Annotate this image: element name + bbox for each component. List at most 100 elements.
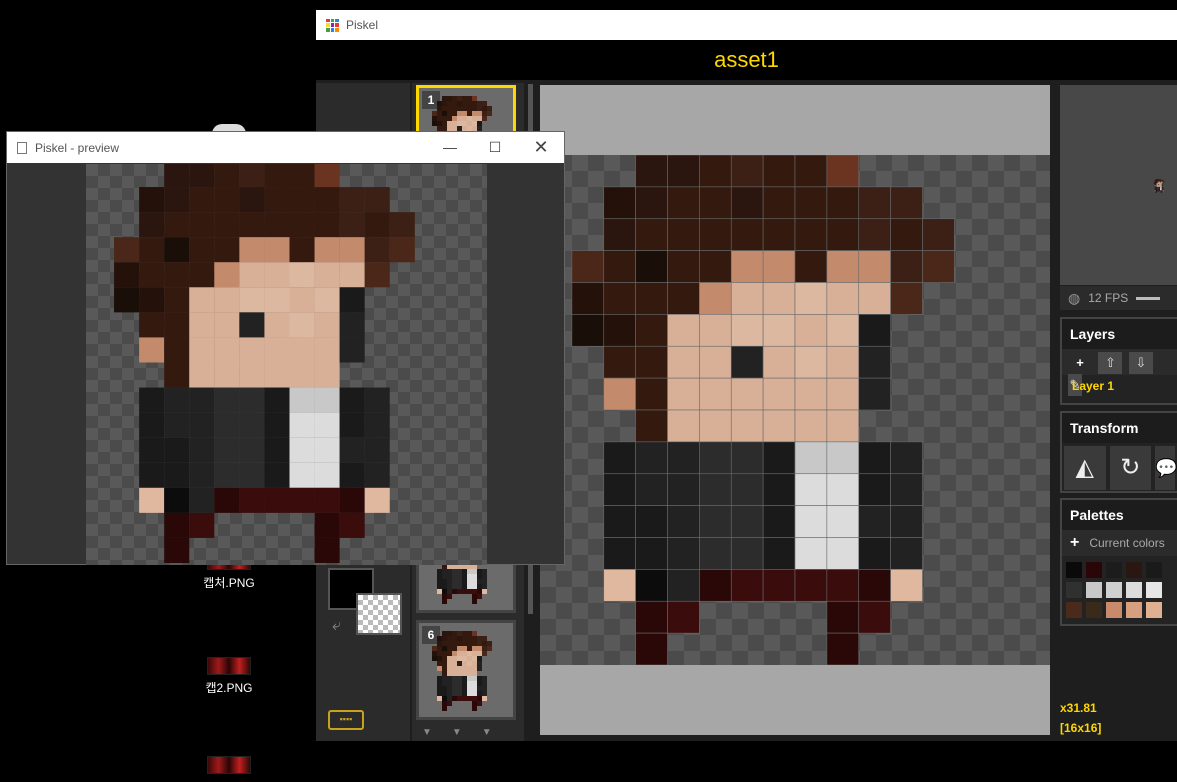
sprite-pixel <box>442 594 447 599</box>
sprite-pixel <box>1155 184 1157 186</box>
fps-slider[interactable] <box>1136 296 1161 300</box>
flip-icon[interactable]: ◭ <box>1064 446 1106 490</box>
sprite-pixel <box>447 696 452 701</box>
palette-swatch[interactable] <box>1106 562 1122 578</box>
sprite-pixel <box>762 441 796 475</box>
minimize-icon[interactable]: — <box>427 132 473 163</box>
sprite-pixel <box>364 462 390 488</box>
sprite-pixel <box>699 569 732 602</box>
sprite-pixel <box>139 462 165 488</box>
sprite-pixel <box>214 462 240 488</box>
sprite-pixel <box>442 111 447 116</box>
sprite-pixel <box>467 671 472 676</box>
frame-tile-6[interactable]: 6 <box>416 620 516 720</box>
sprite-pixel <box>452 116 457 121</box>
sprite-pixel <box>457 569 462 574</box>
onion-skin-icon[interactable]: ◍ <box>1068 290 1080 307</box>
sprite-pixel <box>482 106 487 111</box>
maximize-icon[interactable]: ☐ <box>472 132 518 163</box>
sprite-pixel <box>1160 179 1162 180</box>
sprite-pixel <box>447 116 452 121</box>
desktop-icon-capture2[interactable]: 캡2.PNG <box>184 657 274 696</box>
sprite-pixel <box>447 106 452 111</box>
drawing-canvas-area[interactable] <box>540 85 1050 735</box>
sprite-pixel <box>339 212 365 238</box>
animation-preview[interactable] <box>1060 85 1177 285</box>
sprite-pixel <box>794 441 828 475</box>
sprite-pixel <box>467 656 472 661</box>
sprite-pixel <box>603 282 636 315</box>
palette-swatch[interactable] <box>1086 562 1102 578</box>
sprite-pixel <box>467 646 472 651</box>
main-titlebar[interactable]: Piskel <box>316 10 1177 40</box>
sprite-pixel <box>1161 188 1163 190</box>
palette-swatch[interactable] <box>1066 602 1082 618</box>
preview-canvas <box>86 164 487 565</box>
palette-swatch[interactable] <box>1086 602 1102 618</box>
sprite-pixel <box>1156 188 1158 190</box>
sprite-pixel <box>635 473 668 506</box>
sprite-pixel <box>477 696 482 701</box>
sprite-pixel <box>364 487 390 513</box>
drawing-canvas[interactable] <box>540 155 1050 665</box>
palette-swatch[interactable] <box>1086 582 1102 598</box>
secondary-color-swatch[interactable] <box>356 593 402 635</box>
palette-swatch[interactable] <box>1066 582 1082 598</box>
sprite-pixel <box>730 155 764 188</box>
speech-icon[interactable]: 💬 <box>1155 446 1177 490</box>
sprite-pixel <box>364 237 390 263</box>
sprite-pixel <box>1155 191 1157 193</box>
sprite-pixel <box>289 362 315 388</box>
sprite-pixel <box>1158 181 1160 183</box>
sprite-pixel <box>762 537 796 570</box>
sprite-pixel <box>1156 179 1158 181</box>
palette-swatch[interactable] <box>1106 602 1122 618</box>
sprite-pixel <box>699 409 732 443</box>
swap-colors-icon[interactable]: ⤶ <box>332 617 341 635</box>
palette-swatch[interactable] <box>1126 602 1142 618</box>
sprite-pixel <box>189 462 215 488</box>
palette-swatch[interactable] <box>1126 582 1142 598</box>
palette-swatch[interactable] <box>1126 562 1142 578</box>
sprite-pixel <box>1156 186 1158 187</box>
add-layer-button[interactable]: + <box>1068 352 1092 374</box>
palette-swatch[interactable] <box>1146 582 1162 598</box>
keyboard-icon[interactable]: ▪▪▪▪ <box>328 710 364 730</box>
palette-swatch[interactable] <box>1106 582 1122 598</box>
frame-scroll-arrows[interactable]: ▼▼▼ <box>422 727 512 738</box>
sprite-pixel <box>1160 180 1162 182</box>
sprite-pixel <box>1160 184 1161 186</box>
sprite-pixel <box>447 121 452 126</box>
move-layer-up-button[interactable]: ⇧ <box>1098 352 1123 374</box>
sprite-pixel <box>239 437 265 463</box>
sprite-pixel <box>482 116 487 121</box>
sprite-pixel <box>1161 184 1163 186</box>
palette-swatch[interactable] <box>1066 562 1082 578</box>
sprite-pixel <box>442 636 447 641</box>
desktop-icon-capture[interactable]: 캡처.PNG <box>184 564 274 591</box>
preview-titlebar[interactable]: Piskel - preview — ☐ ✕ <box>7 132 564 163</box>
sprite-pixel <box>437 696 442 701</box>
sprite-pixel <box>437 101 442 106</box>
palette-swatch[interactable] <box>1146 602 1162 618</box>
current-palette-select[interactable]: Current colors <box>1089 536 1164 550</box>
sprite-pixel <box>139 187 165 213</box>
sprite-pixel <box>1160 181 1161 183</box>
sprite-pixel <box>1154 188 1156 190</box>
sprite-pixel <box>364 437 390 463</box>
sprite-pixel <box>730 505 764 538</box>
document-title[interactable]: asset1 <box>714 47 779 72</box>
sprite-pixel <box>890 186 923 220</box>
close-icon[interactable]: ✕ <box>518 132 564 163</box>
add-palette-button[interactable]: + <box>1070 534 1079 552</box>
sprite-pixel <box>462 646 467 651</box>
palette-swatch[interactable] <box>1146 562 1162 578</box>
desktop-icon-image[interactable] <box>184 756 274 778</box>
sprite-pixel <box>114 262 140 288</box>
fps-control[interactable]: ◍ 12 FPS <box>1060 286 1177 310</box>
rotate-icon[interactable]: ↻ <box>1109 446 1151 490</box>
sprite-pixel <box>1157 181 1159 183</box>
move-layer-down-button[interactable]: ⇩ <box>1128 352 1153 374</box>
sprite-pixel <box>826 314 860 347</box>
sprite-pixel <box>447 676 452 681</box>
